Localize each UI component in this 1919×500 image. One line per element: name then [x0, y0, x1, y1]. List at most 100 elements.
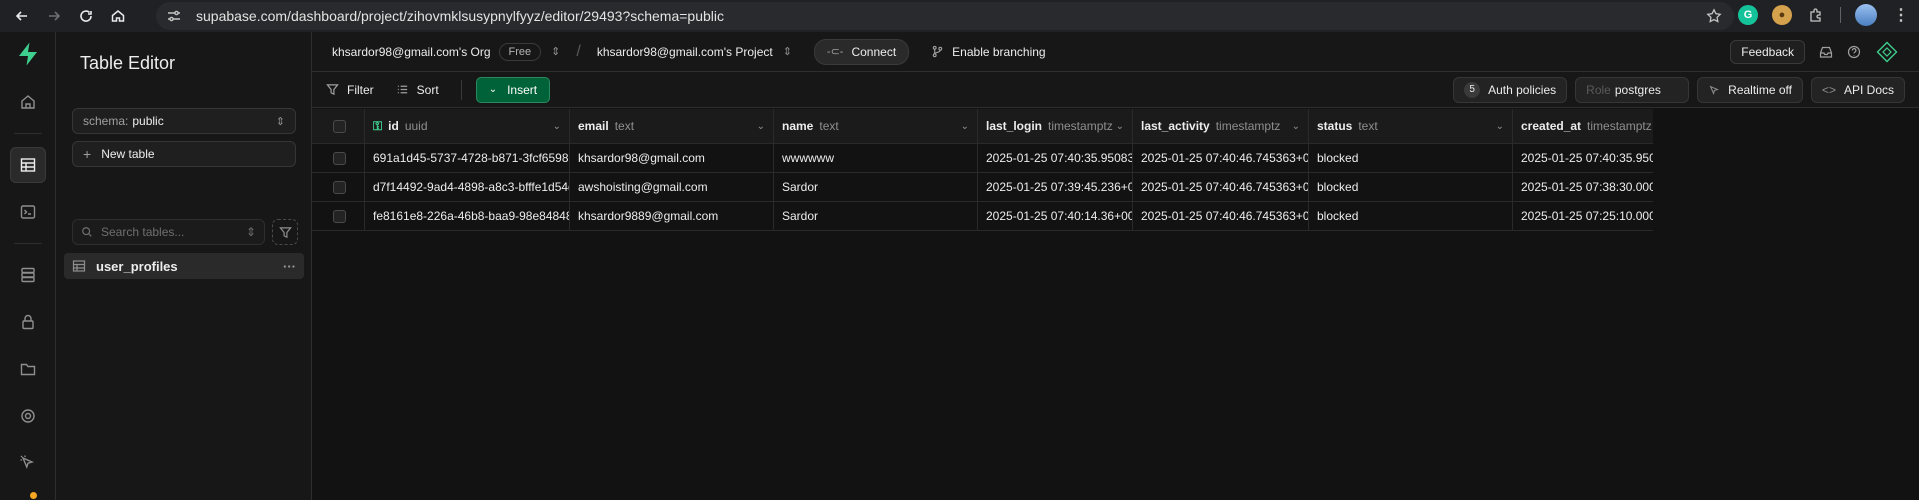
home-nav-icon[interactable]: [10, 84, 46, 120]
sort-button[interactable]: Sort: [396, 83, 439, 97]
database-nav-icon[interactable]: [10, 257, 46, 293]
cell-name[interactable]: wwwwww: [774, 144, 978, 172]
chevron-down-icon[interactable]: ⌄: [757, 121, 765, 132]
column-header-id[interactable]: ⚿ id uuid ⌄: [365, 109, 570, 143]
row-checkbox[interactable]: [332, 151, 346, 165]
table-row[interactable]: 691a1d45-5737-4728-b871-3fcf6598af8f khs…: [312, 144, 1653, 173]
grammarly-extension-icon[interactable]: G: [1738, 5, 1758, 25]
edge-functions-nav-icon[interactable]: [10, 398, 46, 434]
cell-name[interactable]: Sardor: [774, 173, 978, 201]
auth-lock-nav-icon[interactable]: [10, 304, 46, 340]
back-arrow-icon[interactable]: [8, 2, 36, 30]
role-select[interactable]: Role postgres: [1575, 76, 1690, 103]
browser-menu-icon[interactable]: ⋮: [1891, 5, 1911, 25]
cell-id[interactable]: fe8161e8-226a-46b8-baa9-98e848482a85: [365, 202, 570, 230]
cell-id[interactable]: d7f14492-9ad4-4898-a8c3-bfffe1d54d30: [365, 173, 570, 201]
cell-last-login[interactable]: 2025-01-25 07:40:14.36+00: [978, 202, 1133, 230]
column-type: text: [614, 119, 635, 133]
chevron-down-icon[interactable]: ⌄: [1116, 121, 1124, 132]
column-header-last-activity[interactable]: last_activity timestamptz ⌄: [1133, 109, 1309, 143]
column-header-name[interactable]: name text ⌄: [774, 109, 978, 143]
home-icon[interactable]: [104, 2, 132, 30]
cell-email[interactable]: khsardor9889@gmail.com: [570, 202, 774, 230]
insert-button[interactable]: ⌄ Insert: [475, 76, 551, 103]
auth-policies-button[interactable]: 5 Auth policies: [1453, 76, 1568, 103]
cell-id[interactable]: 691a1d45-5737-4728-b871-3fcf6598af8f: [365, 144, 570, 172]
filter-button[interactable]: Filter: [326, 83, 374, 97]
column-name: email: [578, 119, 609, 133]
address-bar[interactable]: supabase.com/dashboard/project/zihovmkls…: [156, 2, 1734, 30]
notification-indicator[interactable]: [22, 492, 37, 500]
column-header-created-at[interactable]: created_at timestamptz: [1513, 109, 1653, 143]
breadcrumb-separator: /: [576, 42, 581, 60]
column-name: last_login: [986, 119, 1043, 133]
org-name[interactable]: khsardor98@gmail.com's Org: [332, 45, 491, 59]
realtime-cursor-nav-icon[interactable]: [10, 445, 46, 481]
cell-status[interactable]: blocked: [1309, 202, 1513, 230]
feedback-button[interactable]: Feedback: [1730, 39, 1805, 64]
reload-icon[interactable]: [72, 2, 100, 30]
policy-count-badge: 5: [1464, 81, 1481, 98]
storage-folder-nav-icon[interactable]: [10, 351, 46, 387]
sidebar-table-user-profiles[interactable]: user_profiles ···: [64, 253, 304, 279]
cell-created-at[interactable]: 2025-01-25 07:40:35.950831+00: [1513, 144, 1653, 172]
extensions-puzzle-icon[interactable]: [1806, 5, 1826, 25]
column-header-email[interactable]: email text ⌄: [570, 109, 774, 143]
cell-email[interactable]: awshoisting@gmail.com: [570, 173, 774, 201]
chevron-down-icon[interactable]: ⌄: [961, 121, 969, 132]
forward-arrow-icon[interactable]: [40, 2, 68, 30]
table-editor-nav-icon[interactable]: [9, 147, 46, 183]
toolbar-divider: [1840, 7, 1841, 23]
column-header-last-login[interactable]: last_login timestamptz ⌄: [978, 109, 1133, 143]
cell-last-activity[interactable]: 2025-01-25 07:40:46.745363+00: [1133, 173, 1309, 201]
search-placeholder: Search tables...: [101, 225, 185, 239]
chevron-down-icon[interactable]: ⌄: [1496, 121, 1504, 132]
cell-status[interactable]: blocked: [1309, 144, 1513, 172]
schema-select[interactable]: schema: public ⇕: [72, 108, 296, 134]
url-text: supabase.com/dashboard/project/zihovmkls…: [196, 8, 725, 24]
cell-name[interactable]: Sardor: [774, 202, 978, 230]
column-header-status[interactable]: status text ⌄: [1309, 109, 1513, 143]
chevron-updown-icon[interactable]: ⇕: [783, 45, 792, 58]
row-select-cell: [312, 173, 365, 201]
cookie-extension-icon[interactable]: ●: [1772, 5, 1792, 25]
new-table-button[interactable]: + New table: [72, 141, 296, 167]
chevron-down-icon[interactable]: ⌄: [553, 121, 561, 132]
cell-last-activity[interactable]: 2025-01-25 07:40:46.745363+00: [1133, 144, 1309, 172]
help-icon[interactable]: [1847, 45, 1861, 59]
table-icon: [72, 260, 86, 272]
main-area: khsardor98@gmail.com's Org Free ⇕ / khsa…: [312, 32, 1919, 500]
sql-editor-nav-icon[interactable]: [10, 194, 46, 230]
cell-last-login[interactable]: 2025-01-25 07:40:35.950831+00: [978, 144, 1133, 172]
supabase-logo-icon[interactable]: [14, 40, 42, 68]
chevron-updown-icon[interactable]: ⇕: [551, 45, 560, 58]
api-docs-button[interactable]: <> API Docs: [1810, 76, 1905, 103]
chevron-down-icon[interactable]: ⌄: [1292, 121, 1300, 132]
cell-created-at[interactable]: 2025-01-25 07:38:30.000000+00: [1513, 173, 1653, 201]
search-tables-input[interactable]: Search tables... ⇕: [72, 219, 265, 245]
bookmark-star-icon[interactable]: [1706, 8, 1722, 24]
cell-last-activity[interactable]: 2025-01-25 07:40:46.745363+00: [1133, 202, 1309, 230]
project-name[interactable]: khsardor98@gmail.com's Project: [597, 45, 773, 59]
enable-branching-button[interactable]: Enable branching: [931, 45, 1046, 59]
table-name: user_profiles: [96, 258, 178, 274]
row-checkbox[interactable]: [332, 209, 346, 223]
select-all-checkbox[interactable]: [332, 119, 346, 133]
connect-button[interactable]: -⊂- Connect: [813, 38, 910, 65]
profile-avatar[interactable]: [1855, 4, 1877, 26]
table-row[interactable]: fe8161e8-226a-46b8-baa9-98e848482a85 khs…: [312, 202, 1653, 231]
cell-status[interactable]: blocked: [1309, 173, 1513, 201]
filter-tables-button[interactable]: [272, 219, 298, 245]
site-settings-icon[interactable]: [166, 8, 182, 24]
column-name: name: [782, 119, 814, 133]
more-options-icon[interactable]: ···: [283, 259, 296, 274]
ai-assistant-icon[interactable]: [1875, 40, 1899, 64]
inbox-icon[interactable]: [1819, 45, 1833, 59]
schema-value: public: [132, 114, 164, 128]
row-checkbox[interactable]: [332, 180, 346, 194]
cell-email[interactable]: khsardor98@gmail.com: [570, 144, 774, 172]
cell-created-at[interactable]: 2025-01-25 07:25:10.000000+00: [1513, 202, 1653, 230]
table-row[interactable]: d7f14492-9ad4-4898-a8c3-bfffe1d54d30 aws…: [312, 173, 1653, 202]
realtime-toggle-button[interactable]: Realtime off: [1697, 76, 1803, 103]
cell-last-login[interactable]: 2025-01-25 07:39:45.236+00: [978, 173, 1133, 201]
